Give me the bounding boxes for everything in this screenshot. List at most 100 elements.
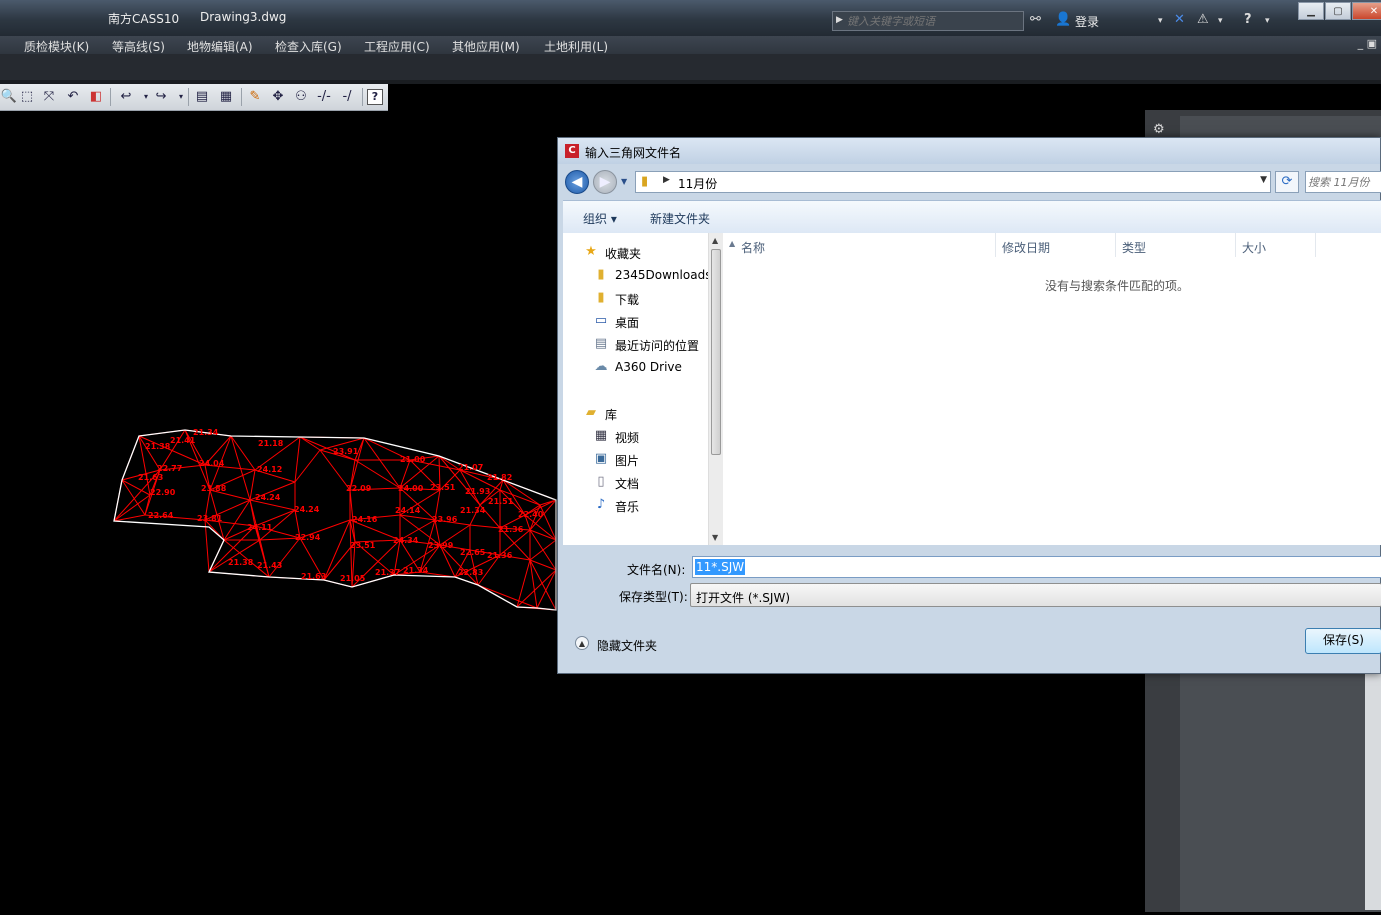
- nav-recent-places[interactable]: ▤ 最近访问的位置: [563, 335, 708, 355]
- nav-pictures[interactable]: ▣ 图片: [563, 450, 708, 470]
- scroll-thumb[interactable]: [711, 249, 721, 455]
- elevation-label: 22.65: [460, 548, 486, 557]
- nav-videos[interactable]: ▦ 视频: [563, 427, 708, 447]
- boundary-polyline: [113, 429, 557, 611]
- elevation-label: 21.36: [498, 525, 524, 534]
- properties-icon[interactable]: ▤: [193, 88, 211, 106]
- menu-feature-edit[interactable]: 地物编辑(A): [187, 38, 253, 55]
- help-icon[interactable]: ?: [1244, 12, 1252, 27]
- minimize-icon[interactable]: ▁: [1298, 2, 1324, 20]
- elevation-label: 21.37: [375, 568, 400, 577]
- filename-value[interactable]: 11*.SJW: [695, 559, 746, 575]
- scroll-down-icon[interactable]: ▼: [712, 533, 718, 542]
- folder-icon: ▮: [641, 174, 649, 189]
- menu-check-import[interactable]: 检查入库(G): [275, 38, 342, 55]
- tin-edge: [204, 519, 210, 573]
- dialog-title-bar[interactable]: C 输入三角网文件名: [558, 138, 1380, 164]
- path-dropdown-icon[interactable]: ▼: [1260, 175, 1267, 185]
- mdi-controls-icon[interactable]: _ ▣: [1358, 37, 1377, 50]
- maximize-icon[interactable]: ▢: [1325, 2, 1351, 20]
- elevation-label: 23.96: [432, 515, 458, 524]
- filename-input[interactable]: 11*.SJW: [692, 556, 1381, 578]
- elevation-label: 23.91: [333, 447, 359, 456]
- nav-documents[interactable]: ▯ 文档: [563, 473, 708, 493]
- elevation-label: 21.93: [465, 487, 490, 496]
- nav-favorites[interactable]: ★ 收藏夹: [563, 243, 708, 263]
- user-icon[interactable]: 👤: [1055, 12, 1071, 27]
- breadcrumb-folder[interactable]: 11月份: [678, 175, 717, 192]
- app-title-bar: 南方CASS10 Drawing3.dwg ▶ ⚯ 👤 登录 ▾ ✕ ⚠ ▾ ?…: [0, 0, 1381, 36]
- history-dropdown-icon[interactable]: ▼: [621, 177, 627, 186]
- nav-downloads[interactable]: ▮ 下载: [563, 289, 708, 309]
- close-window-icon[interactable]: ✕: [1352, 2, 1381, 20]
- elevation-label: 23.51: [430, 483, 456, 492]
- zoom-window-icon[interactable]: ⬚: [18, 88, 36, 106]
- help-search-box[interactable]: ▶: [832, 11, 1024, 31]
- nav-libraries[interactable]: ▰ 库: [563, 404, 708, 424]
- file-list[interactable]: ▲ 名称 修改日期 类型 大小 没有与搜索条件匹配的项。: [723, 233, 1381, 545]
- trim-icon[interactable]: -/-: [315, 88, 333, 106]
- exchange-apps-icon[interactable]: ✕: [1174, 12, 1185, 27]
- expand-arrow-icon[interactable]: ▶: [836, 15, 843, 25]
- menu-engineering[interactable]: 工程应用(C): [364, 38, 430, 55]
- column-size[interactable]: 大小: [1236, 233, 1316, 257]
- login-dropdown-icon[interactable]: ▾: [1158, 16, 1163, 26]
- menu-land-use[interactable]: 土地利用(L): [544, 38, 608, 55]
- move-icon[interactable]: ✥: [269, 88, 287, 106]
- organize-button[interactable]: 组织 ▾: [583, 210, 617, 227]
- column-name[interactable]: ▲ 名称: [723, 233, 996, 257]
- a360-dropdown-icon[interactable]: ▾: [1218, 16, 1223, 26]
- nav-2345downloads[interactable]: ▮ 2345Downloads: [563, 266, 708, 286]
- refresh-icon[interactable]: ⟳: [1275, 171, 1299, 193]
- path-breadcrumb[interactable]: ▮ ▶ 11月份 ▼: [635, 171, 1271, 193]
- elevation-label: 22.40: [518, 510, 544, 519]
- menu-contour[interactable]: 等高线(S): [112, 38, 165, 55]
- scroll-up-icon[interactable]: ▲: [712, 236, 718, 245]
- pencil-icon[interactable]: ✎: [246, 88, 264, 106]
- layer-icon[interactable]: ◧: [87, 88, 105, 106]
- menu-quality-check[interactable]: 质检模块(K): [24, 38, 89, 55]
- redo-icon[interactable]: ↪: [152, 88, 170, 106]
- elevation-label: 22.83: [458, 568, 483, 577]
- group-icon[interactable]: ⚇: [292, 88, 310, 106]
- zoom-extents-icon[interactable]: ⤧: [40, 88, 58, 106]
- tin-edge: [259, 537, 301, 541]
- collapse-up-icon[interactable]: ▲: [575, 636, 589, 650]
- login-link[interactable]: 登录: [1075, 13, 1099, 30]
- elevation-label: 23.51: [350, 541, 376, 550]
- forward-icon[interactable]: ▶: [593, 170, 617, 194]
- help-search-input[interactable]: [847, 13, 1019, 29]
- folder-search[interactable]: [1305, 171, 1381, 193]
- library-icon: ▰: [586, 405, 596, 420]
- help-icon[interactable]: ?: [367, 89, 383, 105]
- folder-search-input[interactable]: [1308, 173, 1381, 191]
- elevation-label: 21.82: [487, 473, 512, 482]
- column-type[interactable]: 类型: [1116, 233, 1236, 257]
- elevation-label: 21.38: [145, 442, 171, 451]
- nav-desktop[interactable]: ▭ 桌面: [563, 312, 708, 332]
- help-dropdown-icon[interactable]: ▾: [1265, 16, 1270, 26]
- nav-scrollbar[interactable]: ▲ ▼: [708, 233, 723, 545]
- filetype-select[interactable]: 打开文件 (*.SJW): [690, 583, 1381, 607]
- column-date-modified[interactable]: 修改日期: [996, 233, 1116, 257]
- extend-icon[interactable]: -/: [338, 88, 356, 106]
- elevation-label: 23.88: [201, 484, 227, 493]
- menu-other-apps[interactable]: 其他应用(M): [452, 38, 520, 55]
- undo-icon[interactable]: ↩: [117, 88, 135, 106]
- palette-properties-icon[interactable]: ⚙: [1153, 122, 1165, 137]
- nav-a360-drive[interactable]: ☁ A360 Drive: [563, 358, 708, 378]
- save-button[interactable]: 保存(S): [1305, 628, 1381, 654]
- a360-icon[interactable]: ⚠: [1197, 12, 1209, 27]
- design-center-icon[interactable]: ▦: [217, 88, 235, 106]
- tin-edge: [230, 435, 256, 471]
- palette-tabs[interactable]: [1365, 670, 1381, 910]
- breadcrumb-arrow-icon[interactable]: ▶: [663, 175, 670, 185]
- new-folder-button[interactable]: 新建文件夹: [650, 210, 710, 227]
- save-file-dialog: C 输入三角网文件名 ◀ ▶ ▼ ▮ ▶ 11月份 ▼ ⟳ 组织 ▾ 新建文件夹…: [557, 137, 1381, 674]
- nav-music[interactable]: ♪ 音乐: [563, 496, 708, 516]
- zoom-previous-icon[interactable]: ↶: [64, 88, 82, 106]
- back-icon[interactable]: ◀: [565, 170, 589, 194]
- zoom-icon[interactable]: 🔍: [0, 88, 18, 106]
- elevation-label: 21.34: [403, 566, 429, 575]
- binoculars-icon[interactable]: ⚯: [1030, 12, 1041, 27]
